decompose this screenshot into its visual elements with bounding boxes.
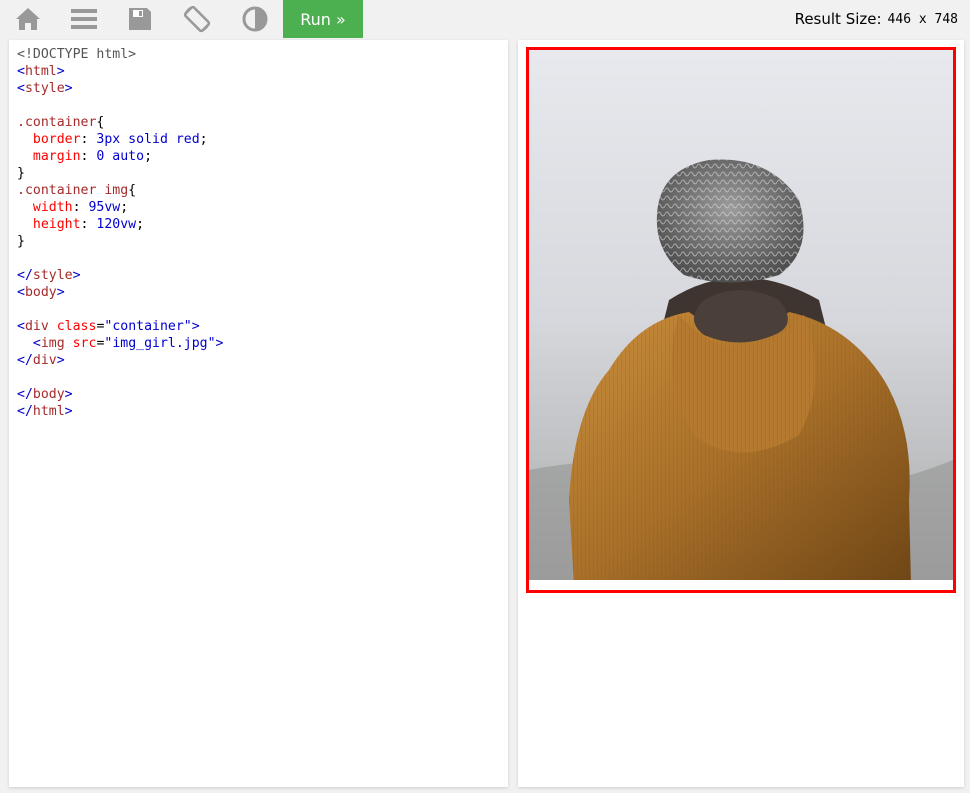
code-line: .container img{	[17, 183, 137, 198]
rotate-icon	[183, 5, 211, 33]
result-size-value: 446 x 748	[887, 11, 958, 27]
run-button[interactable]: Run »	[283, 0, 363, 38]
code-line: height: 120vw;	[32, 217, 145, 232]
code-line: <body>	[17, 285, 65, 300]
result-size: Result Size: 446 x 748	[795, 0, 958, 38]
rotate-button[interactable]	[169, 0, 225, 38]
menu-button[interactable]	[56, 0, 112, 38]
code-line: </style>	[17, 268, 81, 283]
code-line: <style>	[17, 81, 73, 96]
result-pane[interactable]	[518, 40, 964, 787]
code-line: <div class="container">	[17, 319, 200, 334]
container-box	[526, 47, 956, 593]
code-line: <img src="img_girl.jpg">	[17, 336, 224, 351]
code-line: }	[17, 234, 25, 249]
code-line: margin: 0 auto;	[32, 149, 153, 164]
save-icon	[129, 8, 151, 30]
code-line: <html>	[17, 64, 65, 79]
code-line: width: 95vw;	[32, 200, 129, 215]
result-size-label: Result Size:	[794, 10, 882, 28]
code-line: </div>	[17, 353, 65, 368]
girl-photo	[529, 50, 953, 585]
code-text[interactable]: <!DOCTYPE html> <html> <style> .containe…	[9, 40, 508, 420]
contrast-button[interactable]	[227, 0, 283, 38]
menu-icon	[71, 9, 97, 29]
code-line: }	[17, 166, 25, 181]
code-line: </html>	[17, 404, 73, 419]
code-line: <!DOCTYPE html>	[17, 47, 137, 62]
home-icon	[16, 8, 40, 30]
home-button[interactable]	[0, 0, 56, 38]
code-line: border: 3px solid red;	[32, 132, 208, 147]
code-line: </body>	[17, 387, 73, 402]
code-editor[interactable]: <!DOCTYPE html> <html> <style> .containe…	[9, 40, 508, 787]
code-line: .container{	[17, 115, 105, 130]
contrast-icon	[242, 6, 268, 32]
toolbar: Run » Result Size: 446 x 748	[0, 0, 970, 38]
save-button[interactable]	[112, 0, 168, 38]
